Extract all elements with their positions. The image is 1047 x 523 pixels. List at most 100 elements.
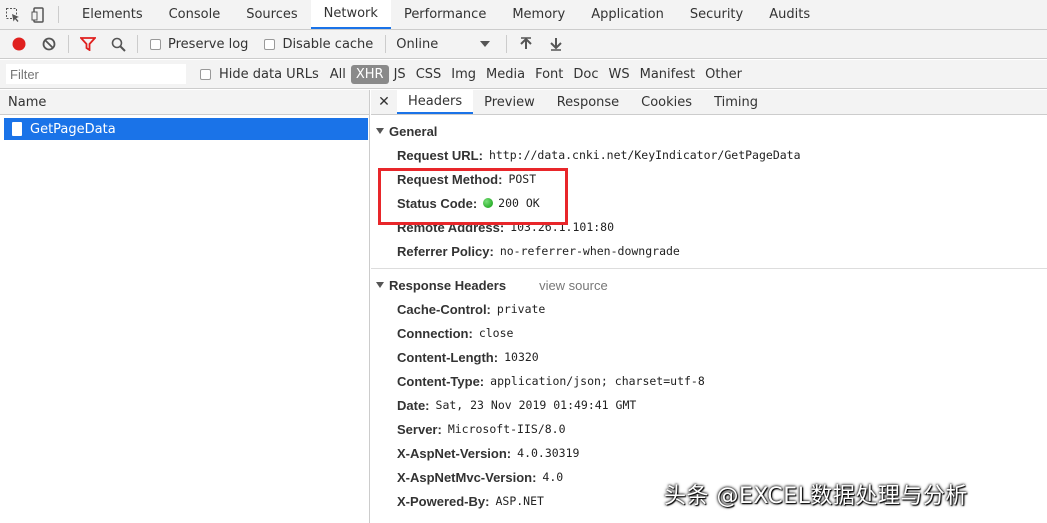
header-value: close xyxy=(478,326,514,340)
hide-data-urls-label: Hide data URLs xyxy=(219,66,319,82)
filter-type-other[interactable]: Other xyxy=(700,65,747,84)
import-har-icon[interactable] xyxy=(511,30,541,59)
detail-tab-response[interactable]: Response xyxy=(546,90,630,114)
general-section-header[interactable]: General xyxy=(371,119,1047,143)
network-toolbar: Preserve log Disable cache Online xyxy=(0,30,1047,59)
header-key: Content-Type: xyxy=(397,373,485,389)
filter-type-img[interactable]: Img xyxy=(446,65,481,84)
tab-audits[interactable]: Audits xyxy=(756,0,823,29)
divider xyxy=(385,35,387,53)
search-icon[interactable] xyxy=(103,30,133,59)
tab-security[interactable]: Security xyxy=(677,0,756,29)
header-value: 4.0.30319 xyxy=(517,446,580,460)
file-icon xyxy=(12,122,22,136)
header-value: 10320 xyxy=(504,350,539,364)
highlight-annotation-box xyxy=(378,168,568,225)
header-value: Microsoft-IIS/8.0 xyxy=(447,422,566,436)
header-key: Request URL: xyxy=(397,147,483,163)
header-row: X-AspNet-Version: 4.0.30319 xyxy=(371,441,1047,465)
header-value: Sat, 23 Nov 2019 01:49:41 GMT xyxy=(435,398,637,412)
header-key: Date: xyxy=(397,397,430,413)
request-details: ✕ Headers Preview Response Cookies Timing Ge… xyxy=(371,90,1047,523)
checkbox-box[interactable] xyxy=(264,38,276,50)
device-toolbar-icon[interactable] xyxy=(26,0,52,29)
header-key: X-Powered-By: xyxy=(397,493,490,509)
header-value: private xyxy=(496,302,546,316)
header-row: Date: Sat, 23 Nov 2019 01:49:41 GMT xyxy=(371,393,1047,417)
triangle-down-icon xyxy=(376,128,384,134)
name-column-header[interactable]: Name xyxy=(0,90,369,115)
tab-application[interactable]: Application xyxy=(578,0,677,29)
header-row: Connection: close xyxy=(371,321,1047,345)
tab-memory[interactable]: Memory xyxy=(499,0,578,29)
request-row-selected[interactable]: GetPageData xyxy=(4,118,368,140)
header-row: Content-Type: application/json; charset=u… xyxy=(371,369,1047,393)
filter-type-all[interactable]: All xyxy=(325,65,351,84)
clear-icon[interactable] xyxy=(34,30,64,59)
record-icon[interactable] xyxy=(4,30,34,59)
inspect-element-icon[interactable] xyxy=(0,0,26,29)
header-row: Request URL: http://data.cnki.net/KeyIndi… xyxy=(371,143,1047,167)
request-name: GetPageData xyxy=(30,121,116,137)
detail-tab-headers[interactable]: Headers xyxy=(397,90,474,114)
detail-tabs: ✕ Headers Preview Response Cookies Timing xyxy=(371,90,1047,115)
header-row: Server: Microsoft-IIS/8.0 xyxy=(371,417,1047,441)
resource-type-filters: All XHR JS CSS Img Media Font Doc WS Manifest Othe… xyxy=(325,64,747,84)
disable-cache-label: Disable cache xyxy=(282,36,374,52)
throttling-select[interactable]: Online xyxy=(390,37,496,52)
tab-elements[interactable]: Elements xyxy=(69,0,156,29)
tab-sources[interactable]: Sources xyxy=(233,0,310,29)
response-headers-title: Response Headers xyxy=(389,277,507,293)
filter-type-media[interactable]: Media xyxy=(481,65,530,84)
preserve-log-checkbox[interactable]: Preserve log xyxy=(150,37,248,52)
filter-input[interactable] xyxy=(6,64,186,84)
header-row: Cache-Control: private xyxy=(371,297,1047,321)
header-key: Server: xyxy=(397,421,442,437)
close-icon[interactable]: ✕ xyxy=(371,90,397,114)
header-row: Referrer Policy: no-referrer-when-downgra… xyxy=(371,239,1047,263)
detail-tab-timing[interactable]: Timing xyxy=(703,90,769,114)
filter-type-font[interactable]: Font xyxy=(530,65,568,84)
checkbox-box[interactable] xyxy=(200,68,211,80)
tab-console[interactable]: Console xyxy=(156,0,234,29)
header-value: ASP.NET xyxy=(495,494,544,508)
response-headers-section-header[interactable]: Response Headers view source xyxy=(371,273,1047,297)
filter-type-css[interactable]: CSS xyxy=(411,65,447,84)
header-value: application/json; charset=utf-8 xyxy=(490,374,705,388)
triangle-down-icon xyxy=(376,282,384,288)
header-key: X-AspNetMvc-Version: xyxy=(397,469,537,485)
header-value: 4.0 xyxy=(542,470,564,484)
detail-tab-preview[interactable]: Preview xyxy=(473,90,546,114)
filter-bar: Hide data URLs AllXHRJSCSSImgMediaFontDo… xyxy=(0,60,1047,89)
request-list: Name GetPageData xyxy=(0,90,370,523)
header-key: Connection: xyxy=(397,325,473,341)
header-value: http://data.cnki.net/KeyIndicator/GetPag… xyxy=(488,148,801,162)
filter-icon[interactable] xyxy=(73,30,103,59)
main-tabs: Elements Console Sources Network Performance… xyxy=(65,0,823,29)
filter-type-doc[interactable]: Doc xyxy=(568,65,603,84)
checkbox-box[interactable] xyxy=(150,38,161,50)
devtools-tab-bar: Elements Console Sources Network Performance… xyxy=(0,0,1047,30)
tab-performance[interactable]: Performance xyxy=(391,0,499,29)
header-key: X-AspNet-Version: xyxy=(397,445,512,461)
filter-type-manifest[interactable]: Manifest xyxy=(635,65,700,84)
detail-tab-list: Headers Preview Response Cookies Timing xyxy=(397,90,769,114)
filter-type-js[interactable]: JS xyxy=(389,65,411,84)
divider xyxy=(58,6,59,23)
export-har-icon[interactable] xyxy=(541,30,571,59)
divider xyxy=(137,35,138,53)
divider xyxy=(506,35,508,53)
header-row: Content-Length: 10320 xyxy=(371,345,1047,369)
divider xyxy=(371,268,1047,269)
filter-type-ws[interactable]: WS xyxy=(604,65,635,84)
header-key: Referrer Policy: xyxy=(397,243,494,259)
name-column-label: Name xyxy=(8,94,47,110)
view-source-link[interactable]: view source xyxy=(539,278,608,293)
watermark-text: 头条 @EXCEL数据处理与分析 xyxy=(664,484,968,509)
filter-type-xhr[interactable]: XHR xyxy=(350,64,389,84)
hide-data-urls-checkbox[interactable]: Hide data URLs xyxy=(200,67,319,82)
preserve-log-label: Preserve log xyxy=(168,36,249,52)
tab-network[interactable]: Network xyxy=(310,0,391,29)
disable-cache-checkbox[interactable]: Disable cache xyxy=(264,37,373,52)
detail-tab-cookies[interactable]: Cookies xyxy=(630,90,703,114)
